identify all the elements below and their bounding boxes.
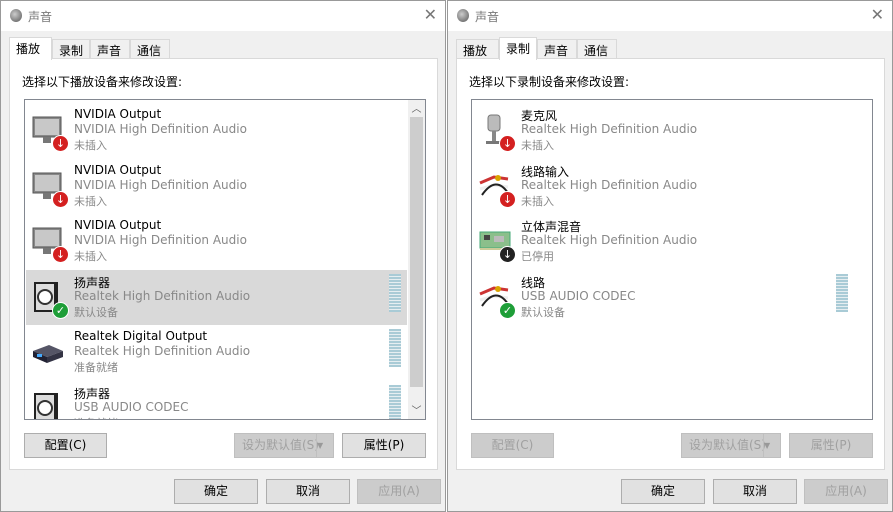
monitor-icon: ↓ xyxy=(31,224,69,263)
device-item[interactable]: ↓ NVIDIA Output NVIDIA High Definition Aud… xyxy=(26,214,407,269)
device-name: NVIDIA Output xyxy=(74,107,162,121)
device-status: 默认设备 xyxy=(74,305,118,319)
device-item[interactable]: ↓ 麦克风 Realtek High Definition Audio 未插入 xyxy=(473,103,854,158)
line-in-icon: ✓ xyxy=(478,280,516,319)
disabled-badge-icon: ↓ xyxy=(499,246,516,263)
close-icon[interactable]: ✕ xyxy=(871,5,884,24)
set-default-button[interactable]: 设为默认值(S) ▼ xyxy=(681,433,781,458)
tab-0[interactable]: 播放 xyxy=(9,37,52,60)
device-status: 已停用 xyxy=(521,250,554,263)
sound-card-icon: ↓ xyxy=(478,224,516,263)
device-item[interactable]: ↓ NVIDIA Output NVIDIA High Definition Aud… xyxy=(26,159,407,214)
device-list[interactable]: ↓ NVIDIA Output NVIDIA High Definition Aud… xyxy=(24,99,426,420)
tab-1[interactable]: 录制 xyxy=(499,37,537,60)
device-status: 未插入 xyxy=(74,250,107,263)
device-status: 未插入 xyxy=(521,194,554,208)
unplugged-badge-icon: ↓ xyxy=(499,135,516,152)
ok-button[interactable]: 确定 xyxy=(174,479,258,504)
device-name: NVIDIA Output xyxy=(74,162,162,177)
device-driver: NVIDIA High Definition Audio xyxy=(74,233,247,247)
title-bar: 声音 ✕ xyxy=(1,1,445,31)
device-status: 默认设备 xyxy=(521,305,565,319)
level-meter xyxy=(389,329,401,367)
device-name: Realtek Digital Output xyxy=(74,329,208,343)
device-item[interactable]: 扬声器USB AUDIO CODEC准备就绪 xyxy=(26,381,407,420)
device-driver: Realtek High Definition Audio xyxy=(521,177,698,192)
device-driver: USB AUDIO CODEC xyxy=(521,288,636,303)
device-driver: Realtek High Definition Audio xyxy=(74,344,251,358)
chevron-down-icon[interactable]: ▼ xyxy=(316,434,333,457)
device-status: 未插入 xyxy=(74,194,107,208)
speaker-app-icon xyxy=(457,9,469,22)
ok-button[interactable]: 确定 xyxy=(621,479,705,504)
cancel-button[interactable]: 取消 xyxy=(266,479,350,504)
close-icon[interactable]: ✕ xyxy=(424,5,437,24)
device-driver: NVIDIA High Definition Audio xyxy=(74,122,247,136)
monitor-icon: ↓ xyxy=(31,169,69,208)
device-item[interactable]: ↓ 线路输入 Realtek High Definition Audio 未插入 xyxy=(473,159,854,214)
configure-button[interactable]: 配置(C) xyxy=(24,433,107,458)
device-driver: USB AUDIO CODEC xyxy=(74,399,189,414)
device-name: NVIDIA Output xyxy=(74,218,162,232)
tab-0[interactable]: 播放 xyxy=(456,39,499,59)
apply-button[interactable]: 应用(A) xyxy=(357,479,441,504)
level-meter xyxy=(836,273,848,312)
unplugged-badge-icon: ↓ xyxy=(52,190,69,208)
line-in-icon: ↓ xyxy=(478,169,516,208)
sound-dialog-recording: 声音 ✕ 播放 录制 声音 通信 选择以下录制设备来修改设置: ↓ 麦克风 Realtek Hig… xyxy=(447,0,893,512)
scroll-down-icon[interactable]: ﹀ xyxy=(408,402,425,419)
device-driver: Realtek High Definition Audio xyxy=(521,122,698,136)
unplugged-badge-icon: ↓ xyxy=(52,246,69,263)
default-badge-icon: ✓ xyxy=(52,301,69,319)
scrollbar[interactable]: ︿ ﹀ xyxy=(408,100,425,419)
device-status: 未插入 xyxy=(521,139,554,152)
device-list[interactable]: ↓ 麦克风 Realtek High Definition Audio 未插入 ↓ 线路输… xyxy=(471,99,873,420)
level-meter xyxy=(389,273,401,312)
level-meter xyxy=(389,384,401,419)
tab-3[interactable]: 通信 xyxy=(130,39,170,59)
cancel-button[interactable]: 取消 xyxy=(713,479,797,504)
device-driver: Realtek High Definition Audio xyxy=(74,288,251,303)
properties-button[interactable]: 属性(P) xyxy=(342,433,426,458)
device-status: 未插入 xyxy=(74,139,107,152)
device-item[interactable]: ↓ NVIDIA Output NVIDIA High Definition Aud… xyxy=(26,103,407,158)
sound-dialog-playback: 声音 ✕ 播放 录制 声音 通信 选择以下播放设备来修改设置: ↓ NVIDIA Output N… xyxy=(0,0,446,512)
tab-3[interactable]: 通信 xyxy=(577,39,617,59)
device-status: 准备就绪 xyxy=(74,415,118,420)
device-status: 准备就绪 xyxy=(74,361,118,374)
device-item[interactable]: ✓ 扬声器 Realtek High Definition Audio 默认设备 xyxy=(26,269,407,325)
set-default-button[interactable]: 设为默认值(S) ▼ xyxy=(234,433,334,458)
speaker-icon: ✓ xyxy=(31,280,69,319)
unplugged-badge-icon: ↓ xyxy=(499,190,516,208)
device-item[interactable]: ✓ 线路 USB AUDIO CODEC 默认设备 xyxy=(473,270,854,325)
title-bar: 声音 ✕ xyxy=(448,1,892,31)
set-default-label: 设为默认值(S) xyxy=(689,438,766,452)
device-driver: NVIDIA High Definition Audio xyxy=(74,177,247,192)
configure-button[interactable]: 配置(C) xyxy=(471,433,554,458)
device-driver: Realtek High Definition Audio xyxy=(521,233,698,247)
tab-1[interactable]: 录制 xyxy=(52,39,90,59)
speaker-app-icon xyxy=(10,9,22,22)
default-badge-icon: ✓ xyxy=(499,301,516,319)
apply-button[interactable]: 应用(A) xyxy=(804,479,888,504)
scroll-up-icon[interactable]: ︿ xyxy=(408,100,425,117)
window-title: 声音 xyxy=(475,10,500,24)
properties-button[interactable]: 属性(P) xyxy=(789,433,873,458)
microphone-icon: ↓ xyxy=(478,113,516,152)
device-item[interactable]: Realtek Digital Output Realtek High Defin… xyxy=(26,325,407,380)
window-title: 声音 xyxy=(28,10,53,24)
monitor-icon: ↓ xyxy=(31,113,69,152)
unplugged-badge-icon: ↓ xyxy=(52,135,69,152)
tab-2[interactable]: 声音 xyxy=(537,39,577,59)
speaker-icon xyxy=(31,391,65,419)
scroll-thumb[interactable] xyxy=(410,117,423,387)
chevron-down-icon[interactable]: ▼ xyxy=(763,434,780,457)
tab-2[interactable]: 声音 xyxy=(90,39,130,59)
instruction-label: 选择以下播放设备来修改设置: xyxy=(22,75,183,89)
set-default-label: 设为默认值(S) xyxy=(242,438,319,452)
instruction-label: 选择以下录制设备来修改设置: xyxy=(469,75,630,89)
digital-output-icon xyxy=(31,335,65,369)
device-item[interactable]: ↓ 立体声混音 Realtek High Definition Audio 已停用 xyxy=(473,214,854,269)
